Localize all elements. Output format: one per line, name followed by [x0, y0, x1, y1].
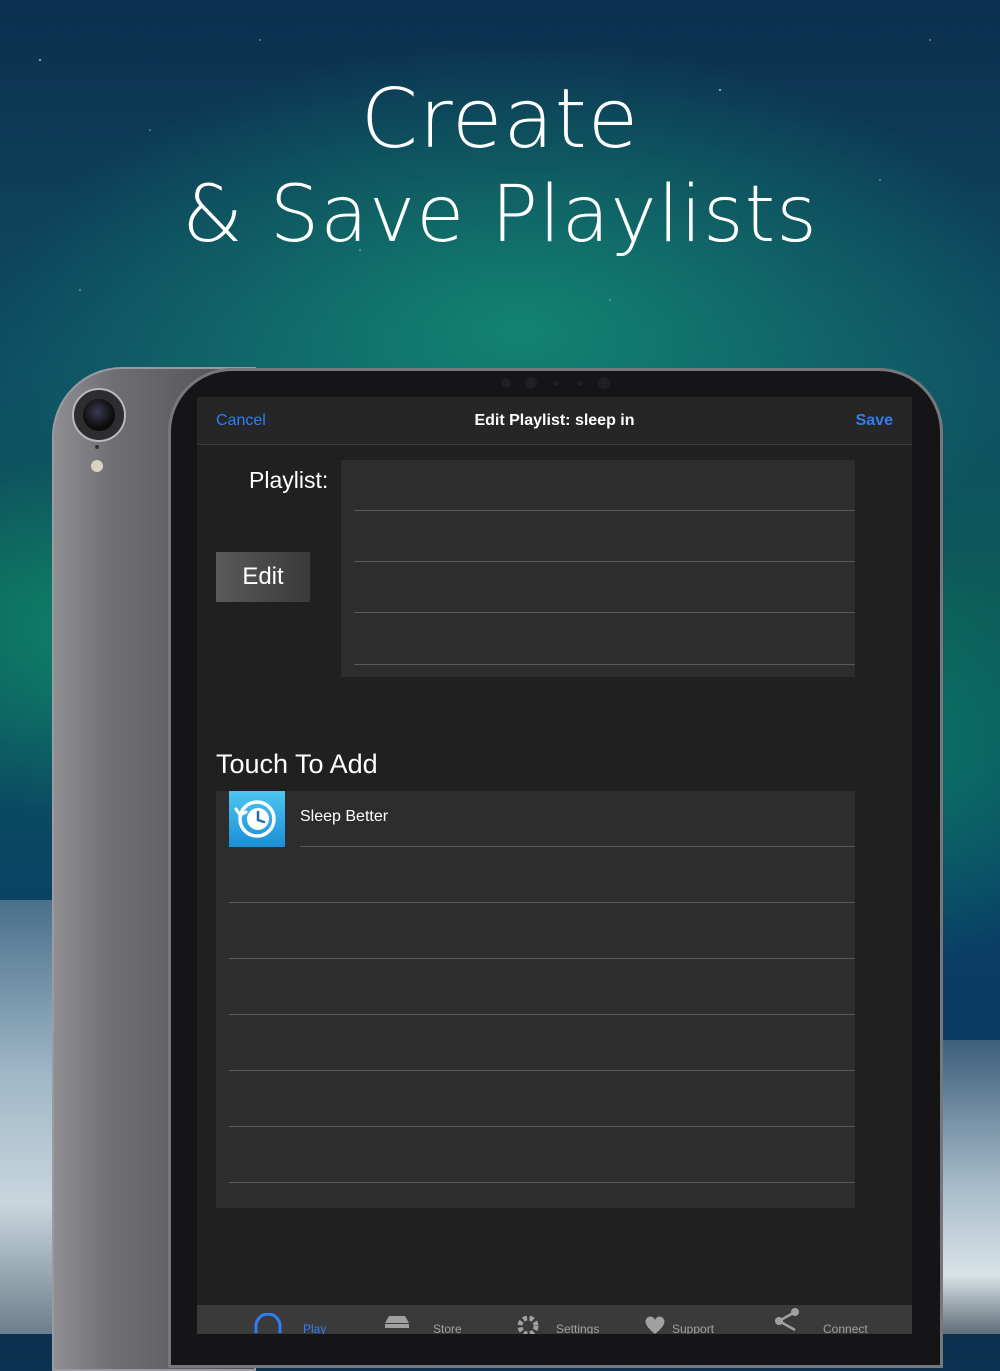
sensor-dot — [598, 377, 610, 389]
tab-play[interactable]: Play — [253, 1305, 343, 1334]
page-title: Edit Playlist: sleep in — [474, 412, 635, 429]
tab-bar: Play Store Settings Support Connect — [197, 1305, 912, 1334]
list-separator — [229, 958, 855, 959]
heart-icon — [645, 1316, 665, 1334]
tab-label: Connect — [823, 1322, 868, 1334]
list-separator — [354, 612, 855, 613]
playlist-list — [341, 460, 855, 677]
sensor-dot — [578, 381, 583, 386]
flash-icon — [91, 460, 103, 472]
playlist-label: Playlist: — [249, 467, 329, 493]
list-separator — [229, 1126, 855, 1127]
sensor-dot — [553, 381, 558, 386]
tab-store[interactable]: Store — [382, 1305, 472, 1334]
touch-to-add-title: Touch To Add — [216, 749, 378, 779]
list-separator — [229, 1014, 855, 1015]
front-camera-icon — [525, 377, 537, 389]
tab-connect[interactable]: Connect — [774, 1305, 884, 1334]
app-screen: Cancel Edit Playlist: sleep in Save Play… — [197, 397, 912, 1334]
camera-icon — [72, 388, 126, 442]
list-separator — [229, 1182, 855, 1183]
list-separator — [229, 902, 855, 903]
tab-label: Store — [433, 1322, 462, 1334]
tab-label: Settings — [556, 1322, 600, 1334]
headline-line2: & Save Playlists — [182, 170, 818, 260]
mic-dot — [95, 445, 99, 449]
gear-icon — [517, 1315, 539, 1334]
list-separator — [300, 846, 855, 847]
edit-button[interactable]: Edit — [216, 552, 310, 602]
touch-to-add-list: Sleep Better — [216, 791, 855, 1208]
list-separator — [354, 510, 855, 511]
list-separator — [354, 664, 855, 665]
headline-line1: Create — [360, 72, 640, 167]
list-item[interactable]: Sleep Better — [216, 791, 855, 847]
tab-label: Play — [303, 1322, 327, 1334]
list-separator — [354, 561, 855, 562]
list-item-label: Sleep Better — [300, 808, 389, 825]
tab-settings[interactable]: Settings — [515, 1305, 615, 1334]
share-icon — [775, 1308, 799, 1332]
tab-label: Support — [672, 1322, 715, 1334]
list-separator — [229, 1070, 855, 1071]
headphones-icon — [254, 1313, 282, 1333]
save-button[interactable]: Save — [856, 412, 893, 430]
sensor-dot — [501, 378, 511, 388]
cart-icon — [385, 1316, 409, 1328]
tab-support[interactable]: Support — [643, 1305, 743, 1334]
clock-rewind-icon — [229, 791, 285, 847]
navigation-bar: Cancel Edit Playlist: sleep in Save — [197, 397, 912, 445]
